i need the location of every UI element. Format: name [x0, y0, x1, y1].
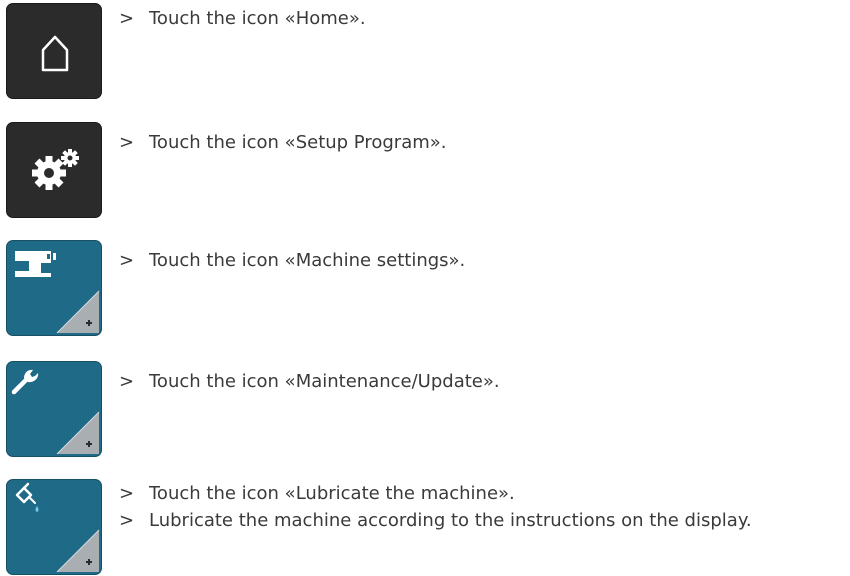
home-icon — [41, 35, 69, 72]
gears-icon — [32, 149, 79, 190]
step-text: Touch the icon «Machine settings». — [149, 250, 466, 271]
step-1: > Touch the icon «Home». — [119, 7, 366, 31]
step-bullet: > — [119, 510, 135, 531]
step-text: Touch the icon «Setup Program». — [149, 132, 447, 153]
wrench-icon — [11, 369, 100, 455]
sewing-machine-icon — [15, 251, 100, 334]
step-bullet: > — [119, 8, 135, 29]
step-text: Touch the icon «Maintenance/Update». — [149, 371, 500, 392]
step-bullet: > — [119, 250, 135, 271]
step-bullet: > — [119, 132, 135, 153]
lubricate-machine-button[interactable] — [6, 479, 102, 575]
step-3: > Touch the icon «Machine settings». — [119, 249, 465, 273]
step-text: Touch the icon «Lubricate the machine». — [149, 483, 515, 504]
step-text: Touch the icon «Home». — [149, 8, 366, 29]
oil-drop-icon — [15, 482, 100, 573]
step-2: > Touch the icon «Setup Program». — [119, 131, 447, 155]
setup-program-button[interactable] — [6, 122, 102, 218]
step-bullet: > — [119, 371, 135, 392]
machine-settings-button[interactable] — [6, 240, 102, 336]
step-bullet: > — [119, 483, 135, 504]
step-6: > Lubricate the machine according to the … — [119, 509, 752, 533]
home-button[interactable] — [6, 3, 102, 99]
step-text: Lubricate the machine according to the i… — [149, 510, 752, 531]
maintenance-update-button[interactable] — [6, 361, 102, 457]
step-5: > Touch the icon «Lubricate the machine». — [119, 482, 515, 506]
step-4: > Touch the icon «Maintenance/Update». — [119, 370, 500, 394]
